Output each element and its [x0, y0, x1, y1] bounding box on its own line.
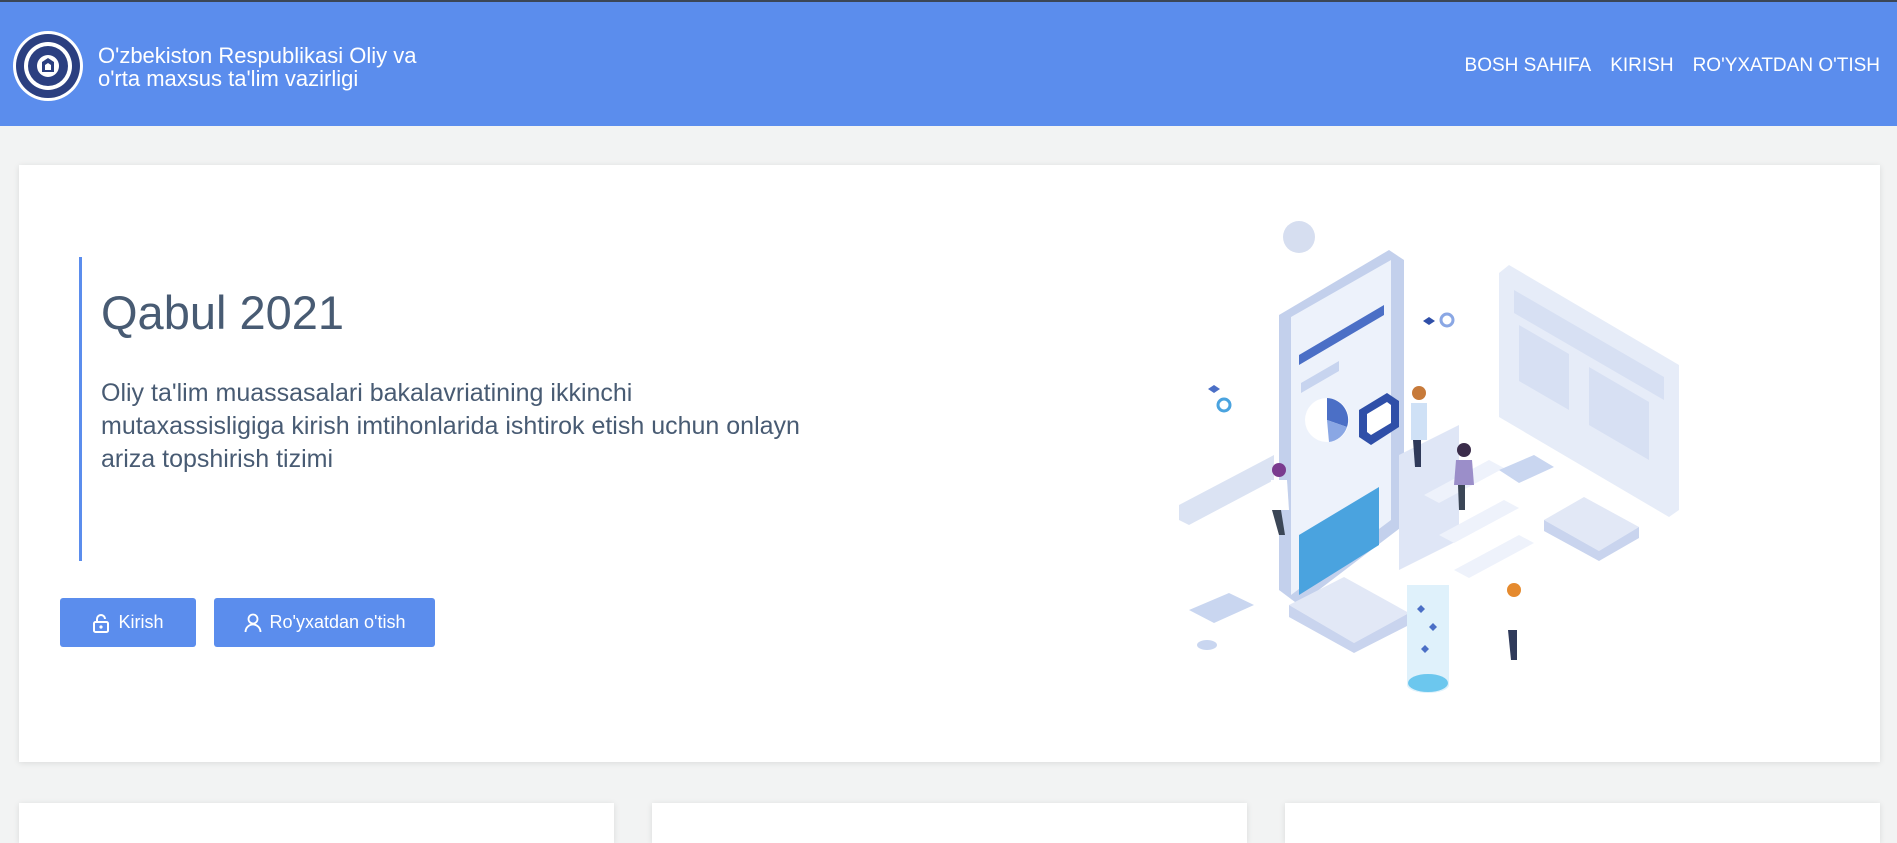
accent-bar	[79, 257, 82, 561]
info-card-2	[652, 803, 1247, 843]
ministry-name[interactable]: O'zbekiston Respublikasi Oliy va o'rta m…	[98, 44, 416, 90]
login-button-label: Kirish	[118, 612, 164, 632]
ministry-name-line-1: O'zbekiston Respublikasi Oliy va	[98, 43, 417, 68]
ministry-emblem-icon[interactable]	[12, 30, 84, 102]
login-button[interactable]: Kirish	[60, 598, 196, 647]
nav-home-link[interactable]: BOSH SAHIFA	[1465, 55, 1592, 77]
nav-login-link[interactable]: KIRISH	[1610, 55, 1673, 77]
page-title: Qabul 2021	[101, 286, 345, 339]
register-button-label: Ro'yxatdan o'tish	[269, 612, 406, 632]
hero-description-line-3: ariza topshirish tizimi	[101, 445, 334, 473]
site-header: O'zbekiston Respublikasi Oliy va o'rta m…	[0, 2, 1897, 126]
info-card-3	[1285, 803, 1880, 843]
nav-register-link[interactable]: RO'YXATDAN O'TISH	[1693, 55, 1880, 77]
info-card-1	[19, 803, 614, 843]
hero-card: Qabul 2021 Oliy ta'lim muassasalari baka…	[19, 165, 1880, 762]
lock-icon	[93, 613, 110, 633]
register-button[interactable]: Ro'yxatdan o'tish	[214, 598, 435, 647]
hero-description: Oliy ta'lim muassasalari bakalavriatinin…	[101, 377, 921, 476]
hero-description-line-1: Oliy ta'lim muassasalari bakalavriatinin…	[101, 379, 633, 407]
online-application-illustration	[1179, 221, 1679, 693]
hero-description-line-2: mutaxassisligiga kirish imtihonlarida is…	[101, 412, 800, 440]
ministry-name-line-2: o'rta maxsus ta'lim vazirligi	[98, 66, 359, 91]
user-icon	[244, 613, 261, 632]
main-nav: BOSH SAHIFA KIRISH RO'YXATDAN O'TISH	[1465, 55, 1880, 77]
